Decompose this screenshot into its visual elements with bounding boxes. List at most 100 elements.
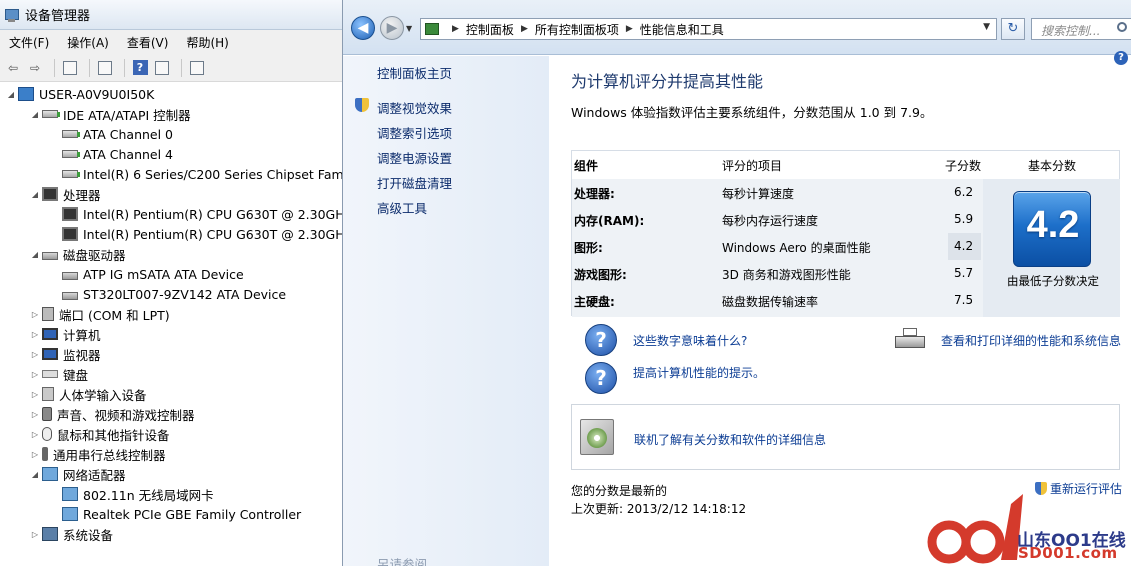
tree-node[interactable]: Realtek PCIe GBE Family Controller: [50, 504, 301, 524]
tree-node[interactable]: ▷ 人体学输入设备: [30, 384, 147, 404]
network-icon: [42, 467, 58, 481]
properties-icon[interactable]: [96, 59, 114, 77]
expand-icon[interactable]: ▷: [30, 310, 40, 319]
tree-node[interactable]: ▷ 监视器: [30, 344, 101, 364]
toolbar: ⇦ ⇨ ?: [0, 54, 342, 82]
list-view-icon[interactable]: [153, 59, 171, 77]
controller-icon: [42, 110, 60, 118]
tree-node-label: Intel(R) Pentium(R) CPU G630T @ 2.30GHz: [83, 226, 342, 242]
recent-pages-dropdown-icon[interactable]: ▼: [406, 24, 412, 33]
tree-node-label: Realtek PCIe GBE Family Controller: [83, 506, 302, 522]
expand-icon[interactable]: ▷: [30, 370, 40, 379]
tree-node-label: 鼠标和其他指针设备: [57, 427, 170, 443]
mouse-icon: [42, 427, 52, 441]
tree-node[interactable]: ▷ 声音、视频和游戏控制器: [30, 404, 195, 424]
breadcrumb-chevron-icon[interactable]: ▶: [521, 24, 528, 34]
collapse-icon[interactable]: ◢: [30, 190, 40, 199]
refresh-button[interactable]: ↻: [1001, 18, 1025, 40]
expand-icon[interactable]: ▷: [30, 530, 40, 539]
monitor-icon: [42, 348, 58, 360]
back-button[interactable]: ◀: [351, 16, 375, 40]
component-cell: 主硬盘:: [574, 295, 615, 309]
score-row: 游戏图形: 3D 商务和游戏图形性能 5.7: [572, 260, 983, 287]
control-panel-home-link[interactable]: 控制面板主页: [377, 63, 452, 82]
online-details-link[interactable]: 联机了解有关分数和软件的详细信息: [634, 431, 826, 448]
software-disc-icon: [580, 419, 614, 455]
score-rows: 处理器: 每秒计算速度 6.2 内存(RAM): 每秒内存运行速度 5.9 图形: Windo…: [572, 179, 983, 317]
breadcrumb-all-items[interactable]: 所有控制面板项: [535, 21, 619, 38]
menu-view[interactable]: 查看(V): [122, 34, 174, 51]
toolbar-separator: [89, 58, 90, 77]
base-score-value: 4.2: [1026, 204, 1080, 246]
adjust-power-link[interactable]: 调整电源设置: [377, 148, 452, 167]
tree-node[interactable]: ▷ 鼠标和其他指针设备: [30, 424, 170, 444]
collapse-icon[interactable]: ◢: [30, 470, 40, 479]
scan-hardware-icon[interactable]: [188, 59, 206, 77]
adjust-visual-effects-link[interactable]: 调整视觉效果: [377, 98, 452, 117]
breadcrumb-chevron-icon[interactable]: ▶: [626, 24, 633, 34]
expand-icon[interactable]: ▷: [30, 350, 40, 359]
hid-icon: [42, 387, 54, 401]
component-cell: 游戏图形:: [574, 268, 627, 282]
breadcrumb-performance[interactable]: 性能信息和工具: [640, 21, 724, 38]
performance-tips-link[interactable]: 提高计算机性能的提示。: [633, 364, 765, 381]
tree-node[interactable]: ◢ USER-A0V9U0I50K: [6, 84, 154, 104]
watermark-line2: SD001.com: [1018, 544, 1118, 562]
tree-node[interactable]: ATA Channel 0: [50, 124, 173, 144]
help-icon[interactable]: ?: [131, 59, 149, 77]
expand-icon[interactable]: ▷: [30, 430, 40, 439]
search-input[interactable]: 搜索控制...: [1031, 18, 1131, 40]
search-icon[interactable]: [1117, 22, 1127, 32]
expand-icon[interactable]: ▷: [30, 390, 40, 399]
breadcrumb-control-panel[interactable]: 控制面板: [466, 21, 514, 38]
tree-node[interactable]: ATA Channel 4: [50, 144, 173, 164]
tree-node[interactable]: ▷ 系统设备: [30, 524, 113, 544]
tree-node[interactable]: ATP IG mSATA ATA Device: [50, 264, 244, 284]
tree-node[interactable]: Intel(R) 6 Series/C200 Series Chipset Fa…: [50, 164, 342, 184]
controller-icon: [62, 150, 80, 158]
expand-icon[interactable]: ▷: [30, 330, 40, 339]
collapse-icon[interactable]: ◢: [30, 110, 40, 119]
tree-node[interactable]: ST320LT007-9ZV142 ATA Device: [50, 284, 286, 304]
rated-item-cell: 每秒计算速度: [722, 187, 795, 201]
address-dropdown-icon[interactable]: ▼: [983, 22, 990, 32]
menu-file[interactable]: 文件(F): [4, 34, 54, 51]
forward-button[interactable]: ▶: [380, 16, 404, 40]
menu-help[interactable]: 帮助(H): [181, 34, 233, 51]
tree-node[interactable]: Intel(R) Pentium(R) CPU G630T @ 2.30GHz: [50, 224, 342, 244]
forward-arrow-icon[interactable]: ⇨: [26, 59, 44, 77]
tree-node[interactable]: ◢ 磁盘驱动器: [30, 244, 126, 264]
rated-item-cell: 3D 商务和游戏图形性能: [722, 268, 851, 282]
meaning-link[interactable]: 这些数字意味着什么?: [633, 332, 747, 349]
help-icon[interactable]: ?: [1114, 51, 1128, 65]
expand-icon[interactable]: ▷: [30, 410, 40, 419]
advanced-tools-link[interactable]: 高级工具: [377, 198, 427, 217]
tree-node[interactable]: ◢ 处理器: [30, 184, 101, 204]
print-details-link[interactable]: 查看和打印详细的性能和系统信息: [941, 332, 1121, 349]
tree-node[interactable]: ◢ IDE ATA/ATAPI 控制器: [30, 104, 191, 124]
header-component: 组件: [574, 159, 599, 173]
tree-node[interactable]: 802.11n 无线局域网卡: [50, 484, 214, 504]
tree-node-label: USER-A0V9U0I50K: [39, 86, 155, 102]
tree-node[interactable]: Intel(R) Pentium(R) CPU G630T @ 2.30GHz: [50, 204, 342, 224]
collapse-icon[interactable]: ◢: [30, 250, 40, 259]
computer-icon: [42, 328, 58, 340]
tree-view-icon[interactable]: [61, 59, 79, 77]
disk-icon: [62, 271, 78, 280]
back-arrow-icon[interactable]: ⇦: [4, 59, 22, 77]
tree-node[interactable]: ◢ 网络适配器: [30, 464, 126, 484]
disk-cleanup-link[interactable]: 打开磁盘清理: [377, 173, 452, 192]
breadcrumb-chevron-icon[interactable]: ▶: [452, 24, 459, 34]
expand-icon[interactable]: ▷: [30, 450, 40, 459]
tree-node[interactable]: ▷ 端口 (COM 和 LPT): [30, 304, 170, 324]
disk-icon: [62, 291, 78, 300]
address-bar[interactable]: ▶ 控制面板 ▶ 所有控制面板项 ▶ 性能信息和工具 ▼: [420, 18, 997, 40]
menu-action[interactable]: 操作(A): [62, 34, 114, 51]
tree-node[interactable]: ▷ 通用串行总线控制器: [30, 444, 166, 464]
adjust-indexing-link[interactable]: 调整索引选项: [377, 123, 452, 142]
tree-node[interactable]: ▷ 计算机: [30, 324, 101, 344]
tree-node-label: 端口 (COM 和 LPT): [59, 307, 170, 323]
tree-node[interactable]: ▷ 键盘: [30, 364, 88, 384]
tree-node-label: Intel(R) 6 Series/C200 Series Chipset Fa…: [83, 166, 342, 182]
collapse-icon[interactable]: ◢: [6, 90, 16, 99]
